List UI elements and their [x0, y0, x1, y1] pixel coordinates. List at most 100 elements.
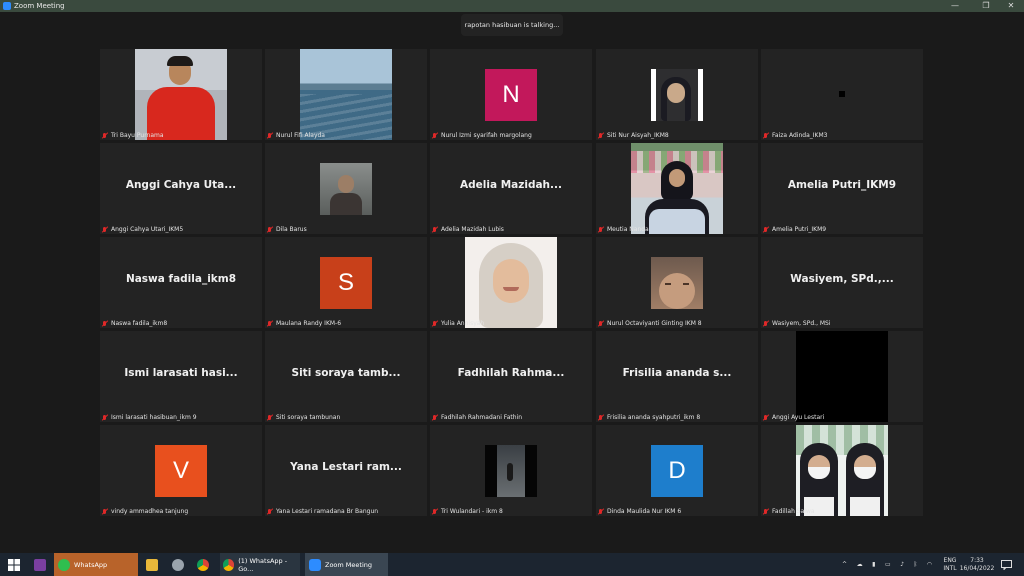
- participant-tile[interactable]: Fadhilah Rahma... Fadhilah Rahmadani Fath…: [430, 331, 592, 422]
- participant-name: Anggi Cahya Utari_IKM5: [111, 226, 184, 233]
- participant-tile[interactable]: Wasiyem, SPd.,... Wasiyem, SPd., MSi: [761, 237, 923, 328]
- participant-video: [839, 91, 845, 97]
- participant-video: [320, 163, 372, 215]
- participant-tile[interactable]: Ismi larasati hasi... Ismi larasati hasib…: [100, 331, 262, 422]
- restore-icon[interactable]: ❐: [975, 0, 997, 12]
- close-icon[interactable]: ✕: [1000, 0, 1022, 12]
- participant-tile[interactable]: Tri Bayu Purnama: [100, 49, 262, 140]
- participant-display-name: Fadhilah Rahma...: [457, 367, 565, 379]
- participant-name-label: Naswa fadila_ikm8: [102, 320, 167, 327]
- participant-name: Amelia Putri_IKM9: [772, 226, 827, 233]
- participant-name: Ismi larasati hasibuan_ikm 9: [111, 414, 197, 421]
- participant-video: [465, 237, 557, 328]
- avatar-letter: N: [485, 69, 537, 121]
- participant-name-label: Amelia Putri_IKM9: [763, 226, 826, 233]
- active-speaker-indicator: rapotan hasibuan is talking...: [461, 14, 563, 36]
- participant-name-label: Tri Bayu Purnama: [102, 132, 164, 139]
- participant-name: Faiza Adinda_IKM3: [772, 132, 828, 139]
- mic-muted-icon: [267, 508, 273, 515]
- mic-muted-icon: [598, 508, 604, 515]
- participant-name-label: Meutia Nanda: [598, 226, 649, 233]
- participant-tile[interactable]: Frisilia ananda s... Frisilia ananda syah…: [596, 331, 758, 422]
- mic-muted-icon: [102, 226, 108, 233]
- mic-muted-icon: [598, 414, 604, 421]
- participant-name-label: Nurul Fifi Alayda: [267, 132, 325, 139]
- participant-name: Fadillah Salwa: [772, 508, 815, 515]
- participant-name: Nurul Octaviyanti Ginting IKM 8: [607, 320, 702, 327]
- minimize-icon[interactable]: —: [944, 0, 966, 12]
- bluetooth-icon[interactable]: ᛒ: [914, 561, 918, 568]
- taskbar-whatsapp-button[interactable]: WhatsApp: [54, 553, 138, 576]
- volume-icon[interactable]: ♪: [900, 561, 904, 568]
- language-code: ENG: [943, 556, 957, 564]
- participant-tile[interactable]: Nurul Octaviyanti Ginting IKM 8: [596, 237, 758, 328]
- participant-tile[interactable]: Adelia Mazidah... Adelia Mazidah Lubis: [430, 143, 592, 234]
- participant-tile[interactable]: Fadillah Salwa: [761, 425, 923, 516]
- participant-tile[interactable]: Yulia Annisyah: [430, 237, 592, 328]
- clock[interactable]: 7:33 16/04/2022: [959, 553, 995, 576]
- participant-tile[interactable]: Dila Barus: [265, 143, 427, 234]
- participant-tile[interactable]: Siti Nur Aisyah_IKM8: [596, 49, 758, 140]
- participant-tile[interactable]: Naswa fadila_ikm8 Naswa fadila_ikm8: [100, 237, 262, 328]
- participant-display-name: Siti soraya tamb...: [291, 367, 401, 379]
- participant-tile[interactable]: Anggi Ayu Lestari: [761, 331, 923, 422]
- windows-start-icon[interactable]: [8, 553, 22, 576]
- cloud-icon[interactable]: ☁: [857, 561, 863, 568]
- battery-icon[interactable]: ▭: [885, 561, 891, 568]
- participant-tile[interactable]: Tri Wulandari - ikm 8: [430, 425, 592, 516]
- participant-tile[interactable]: S Maulana Randy IKM-6: [265, 237, 427, 328]
- file-explorer-icon[interactable]: [146, 553, 158, 576]
- participant-tile[interactable]: Vvindy ammadhea tanjung: [100, 425, 262, 516]
- clock-time: 7:33: [970, 556, 984, 564]
- participant-tile[interactable]: Nurul Fifi Alayda: [265, 49, 427, 140]
- participant-tile[interactable]: N Nurul Izmi syarifah margolang: [430, 49, 592, 140]
- participant-tile[interactable]: Amelia Putri_IKM9 Amelia Putri_IKM9: [761, 143, 923, 234]
- mic-muted-icon: [432, 320, 438, 327]
- keyboard-layout: INTL: [943, 564, 957, 572]
- mic-muted-icon: [102, 320, 108, 327]
- participant-name: Frisilia ananda syahputri_ikm 8: [607, 414, 701, 421]
- participant-name: Anggi Ayu Lestari: [772, 414, 825, 421]
- participant-name: Dila Barus: [276, 226, 307, 233]
- zoom-window: Zoom Meeting — ❐ ✕ rapotan hasibuan is t…: [0, 0, 1024, 576]
- wifi-icon[interactable]: ◠: [927, 561, 932, 568]
- participant-video: [651, 257, 703, 309]
- participant-name: Naswa fadila_ikm8: [111, 320, 168, 327]
- app-launcher-icon[interactable]: [34, 553, 46, 576]
- taskbar-chrome-whatsapp-button[interactable]: (1) WhatsApp - Go...: [220, 553, 300, 576]
- notification-icon[interactable]: [1001, 553, 1012, 576]
- participant-name-label: Yana Lestari ramadana Br Bangun: [267, 508, 378, 515]
- title-bar: Zoom Meeting — ❐ ✕: [0, 0, 1024, 12]
- mic-muted-icon: [763, 226, 769, 233]
- participant-tile[interactable]: Siti soraya tamb... Siti soraya tambunan: [265, 331, 427, 422]
- participant-name: vindy ammadhea tanjung: [111, 508, 189, 515]
- participant-tile[interactable]: D Dinda Maulida Nur IKM 6: [596, 425, 758, 516]
- participant-name-label: vindy ammadhea tanjung: [102, 508, 188, 515]
- avatar-letter: D: [651, 445, 703, 497]
- language-indicator[interactable]: ENG INTL: [940, 553, 960, 576]
- participant-name: Nurul Izmi syarifah margolang: [441, 132, 532, 139]
- chrome-tab-label: (1) WhatsApp - Go...: [238, 556, 288, 573]
- zoom-icon: [309, 558, 321, 571]
- participant-name-label: Tri Wulandari - ikm 8: [432, 508, 503, 515]
- participant-display-name: Wasiyem, SPd.,...: [790, 273, 894, 285]
- participant-name: Maulana Randy IKM-6: [276, 320, 342, 327]
- participant-tile[interactable]: Faiza Adinda_IKM3: [761, 49, 923, 140]
- participant-tile[interactable]: Anggi Cahya Uta... Anggi Cahya Utari_IKM5: [100, 143, 262, 234]
- clock-date: 16/04/2022: [959, 564, 995, 572]
- mic-muted-icon: [763, 508, 769, 515]
- network-icon[interactable]: ▮: [872, 561, 875, 568]
- participant-video: [485, 445, 537, 497]
- chrome-icon[interactable]: [197, 553, 209, 576]
- participant-name-label: Ismi larasati hasibuan_ikm 9: [102, 414, 197, 421]
- taskbar: WhatsApp (1) WhatsApp - Go... Zoom Meeti…: [0, 553, 1024, 576]
- window-title: Zoom Meeting: [14, 2, 65, 10]
- taskbar-zoom-button[interactable]: Zoom Meeting: [305, 553, 388, 576]
- participant-tile[interactable]: Yana Lestari ram... Yana Lestari ramadana…: [265, 425, 427, 516]
- participant-name: Adelia Mazidah Lubis: [441, 226, 504, 233]
- participant-tile[interactable]: Meutia Nanda: [596, 143, 758, 234]
- app-icon-generic[interactable]: [172, 553, 184, 576]
- participant-name-label: Fadhilah Rahmadani Fathin: [432, 414, 522, 421]
- participant-name-label: Dila Barus: [267, 226, 307, 233]
- chevron-up-icon[interactable]: ^: [842, 561, 847, 568]
